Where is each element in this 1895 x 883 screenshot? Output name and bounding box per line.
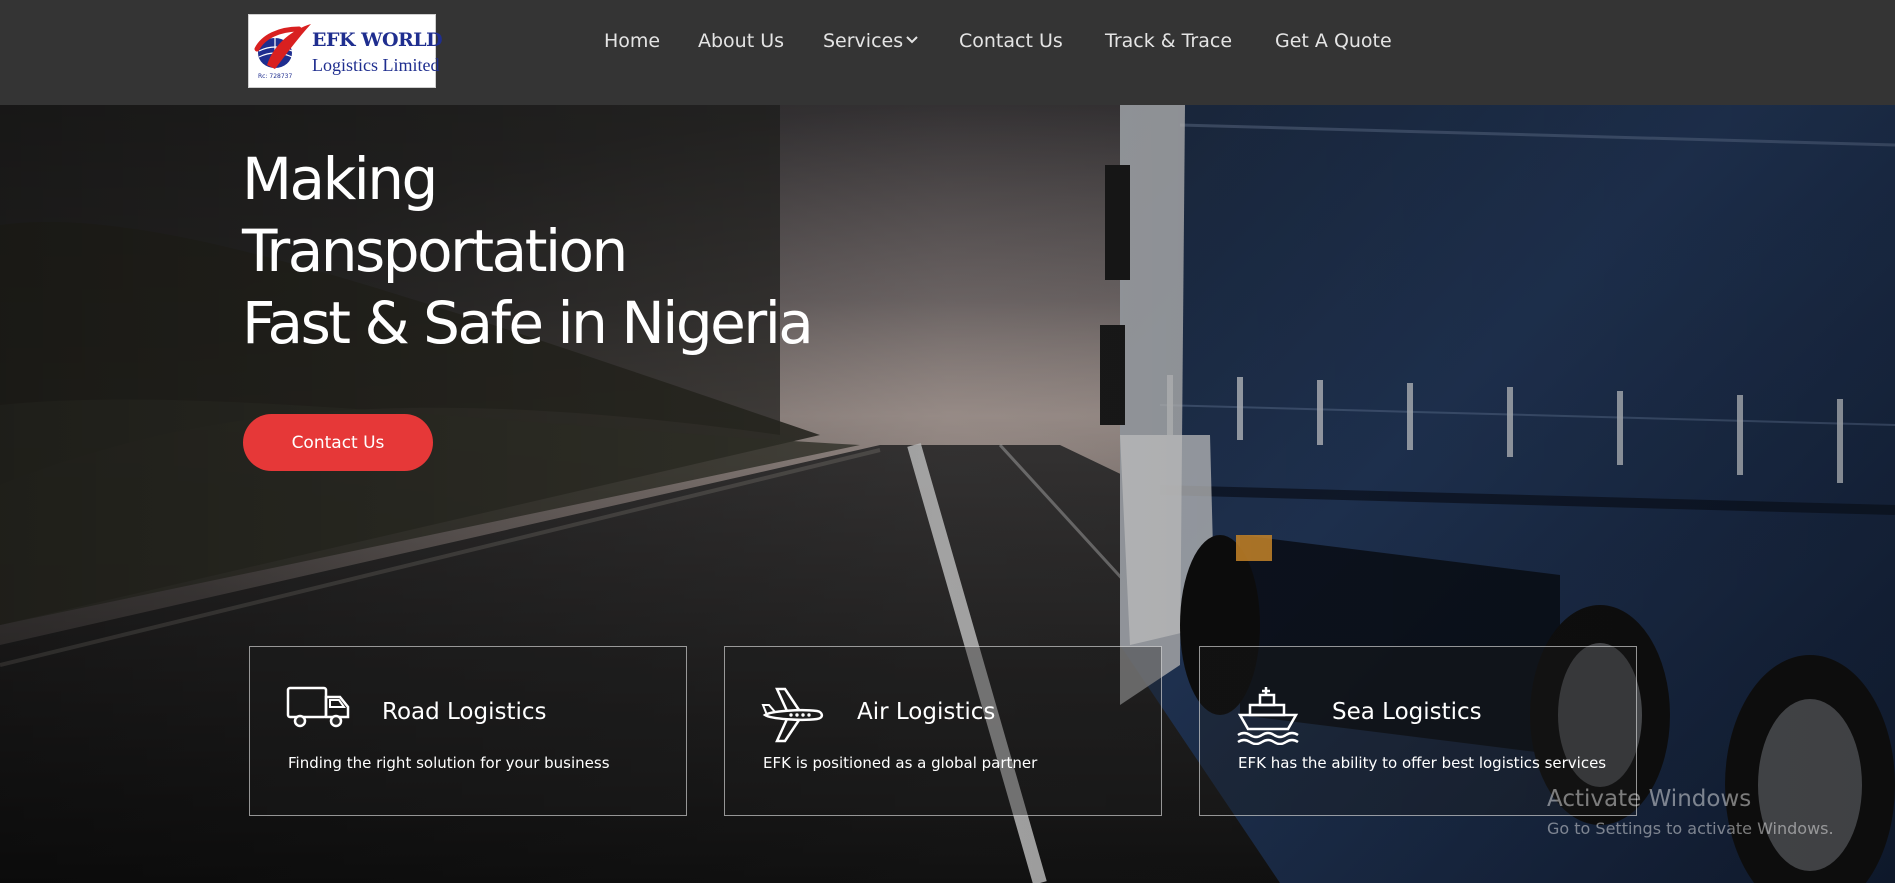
service-card-air[interactable]: Air Logistics EFK is positioned as a glo… (724, 646, 1162, 816)
nav-contact-us[interactable]: Contact Us (959, 30, 1063, 52)
contact-us-button[interactable]: Contact Us (243, 414, 433, 471)
service-title: Air Logistics (857, 699, 996, 725)
airplane-icon (761, 687, 824, 743)
logo-title: EFK WORLD (312, 29, 443, 51)
nav-services[interactable]: Services (823, 30, 903, 52)
site-logo[interactable]: EFK WORLD Logistics Limited Rc: 728737 (248, 14, 443, 88)
logo-registration: Rc: 728737 (258, 73, 293, 80)
activate-windows-subtitle: Go to Settings to activate Windows. (1547, 819, 1834, 838)
nav-get-a-quote[interactable]: Get A Quote (1275, 30, 1392, 52)
chevron-down-icon[interactable] (906, 35, 918, 45)
hero-headline-line-3: Fast & Safe in Nigeria (242, 289, 814, 357)
service-description: EFK has the ability to offer best logist… (1238, 754, 1607, 772)
service-description: EFK is positioned as a global partner (763, 754, 1038, 772)
site-header: EFK WORLD Logistics Limited Rc: 728737 H… (0, 0, 1895, 105)
activate-windows-title: Activate Windows (1547, 786, 1752, 812)
nav-about-us[interactable]: About Us (698, 30, 784, 52)
ship-icon (1237, 687, 1299, 745)
hero-headline-line-2: Transportation (242, 217, 628, 285)
truck-icon (286, 686, 350, 728)
service-description: Finding the right solution for your busi… (288, 754, 610, 772)
hero-headline-line-1: Making (242, 145, 438, 213)
nav-home[interactable]: Home (604, 30, 660, 52)
service-title: Sea Logistics (1332, 699, 1482, 725)
logo-subtitle: Logistics Limited (312, 55, 440, 75)
service-title: Road Logistics (382, 699, 547, 725)
nav-track-trace[interactable]: Track & Trace (1105, 30, 1232, 52)
service-card-road[interactable]: Road Logistics Finding the right solutio… (249, 646, 687, 816)
